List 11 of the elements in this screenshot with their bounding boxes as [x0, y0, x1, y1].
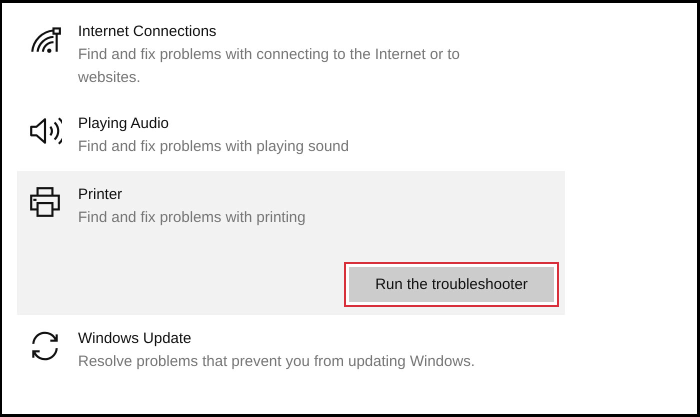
troubleshooter-description: Find and fix problems with printing: [78, 208, 306, 228]
troubleshooter-description: Resolve problems that prevent you from updating Windows.: [78, 352, 475, 372]
run-troubleshooter-button[interactable]: Run the troubleshooter: [349, 267, 554, 302]
troubleshooter-title[interactable]: Windows Update: [78, 328, 192, 350]
troubleshooter-title[interactable]: Internet Connections: [78, 21, 216, 43]
troubleshooter-description: Find and fix problems with connecting to the Internet or to websites.: [78, 45, 461, 88]
troubleshooter-description: Find and fix problems with playing sound: [78, 137, 349, 157]
printer-icon: [28, 185, 62, 219]
troubleshooter-title[interactable]: Playing Audio: [78, 113, 169, 135]
troubleshooter-panel[interactable]: Printer Find and fix problems with printing Run the troubleshooter: [17, 171, 565, 315]
troubleshooter-title: Printer: [78, 185, 122, 205]
